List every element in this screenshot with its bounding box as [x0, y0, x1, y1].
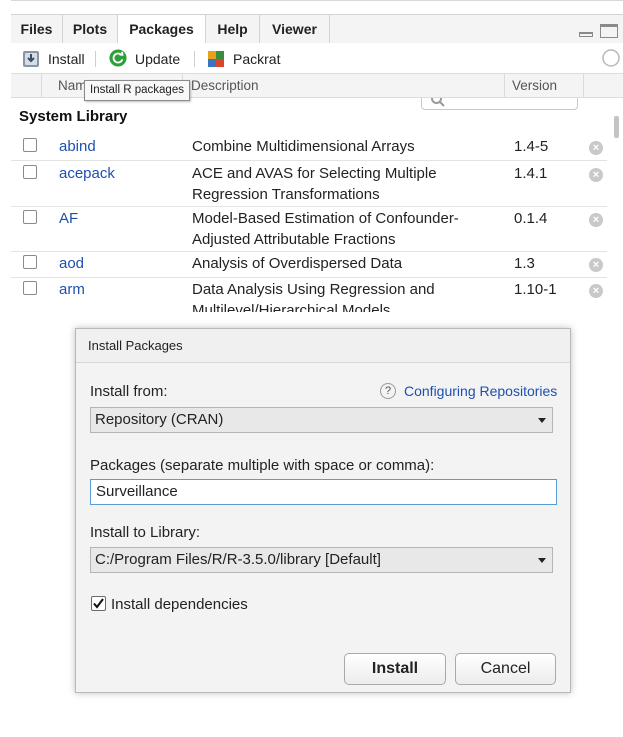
toolbar-separator [95, 51, 96, 67]
tab-viewer[interactable]: Viewer [260, 15, 330, 43]
packrat-icon [208, 51, 224, 67]
description-line: Data Analysis Using Regression and [192, 281, 435, 298]
column-separator [41, 74, 42, 97]
remove-package-icon[interactable]: × [589, 213, 603, 227]
package-name-link[interactable]: aod [59, 255, 84, 272]
package-checkbox[interactable] [23, 281, 37, 295]
vertical-scrollbar[interactable] [614, 116, 619, 138]
description-line: Analysis of Overdispersed Data [192, 255, 403, 272]
remove-package-icon[interactable]: × [589, 168, 603, 182]
install-button[interactable]: Install [344, 653, 446, 685]
table-row: acepack ACE and AVAS for Selecting Multi… [11, 161, 607, 207]
packages-label: Packages (separate multiple with space o… [90, 457, 435, 474]
package-version: 0.1.4 [514, 210, 548, 227]
package-description: Analysis of Overdispersed Data [192, 253, 492, 274]
remove-package-icon[interactable]: × [589, 258, 603, 272]
package-description: Combine Multidimensional Arrays [192, 136, 492, 157]
package-checkbox[interactable] [23, 255, 37, 269]
install-dependencies-checkbox[interactable] [91, 596, 106, 611]
description-line: Multilevel/Hierarchical Models [192, 302, 391, 312]
table-row: AF Model-Based Estimation of Confounder-… [11, 206, 607, 252]
table-row: aod Analysis of Overdispersed Data 1.3 × [11, 251, 607, 278]
toolbar-separator [194, 51, 195, 67]
package-version: 1.3 [514, 255, 535, 272]
packrat-label: Packrat [233, 51, 281, 67]
install-to-library-label: Install to Library: [90, 524, 201, 541]
remove-package-icon[interactable]: × [589, 141, 603, 155]
table-row: abind Combine Multidimensional Arrays 1.… [11, 134, 607, 161]
description-line: Regression Transformations [192, 186, 380, 203]
description-line: ACE and AVAS for Selecting Multiple [192, 165, 437, 182]
install-packages-dialog: Install Packages Install from: ? Configu… [75, 328, 571, 693]
package-description: ACE and AVAS for Selecting Multiple Regr… [192, 163, 492, 205]
packages-input[interactable]: Surveillance [90, 479, 557, 505]
configuring-repositories-link[interactable]: Configuring Repositories [404, 383, 557, 399]
package-name-link[interactable]: acepack [59, 165, 115, 182]
package-name-link[interactable]: AF [59, 210, 78, 227]
tab-help[interactable]: Help [206, 15, 260, 43]
update-icon [109, 49, 127, 67]
install-from-label: Install from: [90, 383, 168, 400]
tab-plots[interactable]: Plots [63, 15, 118, 43]
install-dependencies-label[interactable]: Install dependencies [111, 596, 248, 613]
package-version: 1.4.1 [514, 165, 548, 182]
install-button[interactable]: Install [22, 49, 97, 69]
minimize-icon[interactable] [579, 32, 593, 37]
checkmark-icon [93, 598, 104, 609]
package-checkbox[interactable] [23, 165, 37, 179]
install-tooltip: Install R packages [84, 80, 190, 101]
package-checkbox[interactable] [23, 138, 37, 152]
update-label: Update [135, 51, 181, 67]
packages-pane: Files Plots Packages Help Viewer Install… [11, 0, 623, 312]
column-name-header[interactable]: Nam [58, 78, 87, 93]
description-line: Adjusted Attributable Fractions [192, 231, 396, 248]
package-name-link[interactable]: arm [59, 281, 85, 298]
description-line: Combine Multidimensional Arrays [192, 138, 415, 155]
table-row: arm Data Analysis Using Regression and M… [11, 277, 607, 312]
package-version: 1.4-5 [514, 138, 549, 155]
column-separator [583, 74, 584, 97]
dropdown-arrow-icon [538, 418, 546, 423]
tab-bar: Files Plots Packages Help Viewer [11, 14, 623, 44]
column-version-header[interactable]: Version [512, 78, 557, 93]
install-label: Install [48, 51, 85, 67]
toolbar: Install Update Packrat [11, 43, 623, 110]
column-description-header[interactable]: Description [191, 78, 259, 93]
tab-packages[interactable]: Packages [118, 15, 206, 44]
remove-package-icon[interactable]: × [589, 284, 603, 298]
dropdown-arrow-icon [538, 558, 546, 563]
dialog-titlebar[interactable]: Install Packages [76, 329, 570, 363]
package-checkbox[interactable] [23, 210, 37, 224]
pane-top-border [11, 0, 623, 11]
help-icon[interactable]: ? [380, 383, 396, 399]
section-label: System Library [19, 108, 128, 125]
tab-files[interactable]: Files [11, 15, 63, 43]
refresh-icon[interactable] [601, 48, 621, 68]
column-separator [504, 74, 505, 97]
packrat-button[interactable]: Packrat [207, 49, 287, 69]
maximize-icon[interactable] [600, 24, 618, 38]
package-description: Model-Based Estimation of Confounder- Ad… [192, 208, 492, 250]
package-description: Data Analysis Using Regression and Multi… [192, 279, 492, 312]
install-from-value: Repository (CRAN) [95, 411, 224, 428]
install-icon [23, 51, 39, 67]
dialog-title: Install Packages [88, 338, 183, 353]
update-button[interactable]: Update [109, 49, 187, 69]
package-name-link[interactable]: abind [59, 138, 96, 155]
cancel-button[interactable]: Cancel [455, 653, 556, 685]
description-line: Model-Based Estimation of Confounder- [192, 210, 459, 227]
package-version: 1.10-1 [514, 281, 557, 298]
install-from-select[interactable]: Repository (CRAN) [90, 407, 553, 433]
library-select[interactable]: C:/Program Files/R/R-3.5.0/library [Defa… [90, 547, 553, 573]
library-value: C:/Program Files/R/R-3.5.0/library [Defa… [95, 551, 381, 568]
